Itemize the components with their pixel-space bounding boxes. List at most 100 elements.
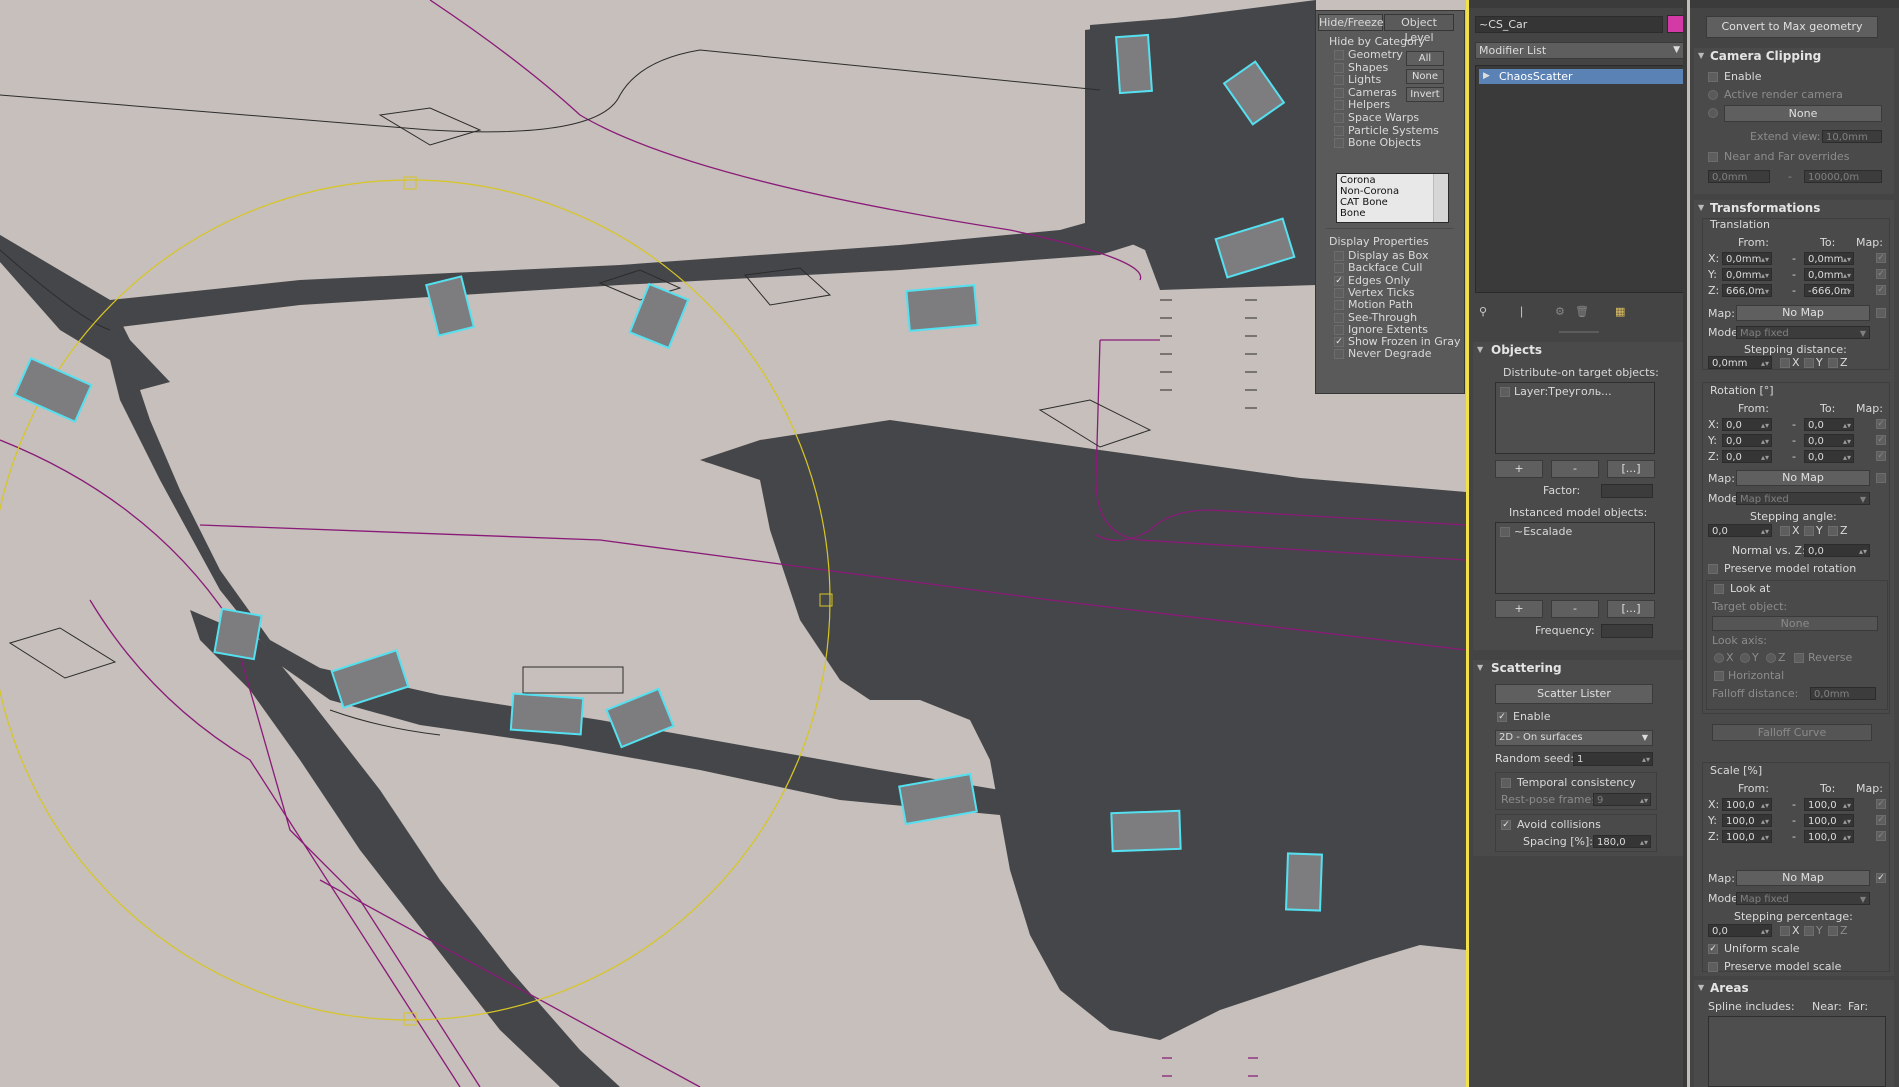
near-far-checkbox[interactable]	[1708, 152, 1718, 162]
rotation-mode-dropdown[interactable]: Map fixed ▼	[1736, 492, 1870, 505]
spacing-field[interactable]: 180,0 ▴▾	[1593, 835, 1651, 848]
spinner-arrows-icon[interactable]: ▴▾	[1761, 419, 1769, 430]
step-z-checkbox[interactable]	[1828, 358, 1838, 368]
translation-map-checkbox[interactable]	[1876, 308, 1886, 318]
spinner-arrows-icon[interactable]: ▴▾	[1761, 285, 1769, 296]
from-value-field[interactable]: 0,0 ▴▾	[1722, 450, 1772, 463]
scale-map-button[interactable]: No Map	[1736, 870, 1870, 886]
to-value-field[interactable]: 0,0 ▴▾	[1804, 434, 1854, 447]
tab-hide-freeze[interactable]: Hide/Freeze	[1318, 14, 1384, 31]
from-value-field[interactable]: 100,0 ▴▾	[1722, 814, 1772, 827]
spinner-arrows-icon[interactable]: ▴▾	[1843, 799, 1851, 810]
display-property-checkbox[interactable]	[1334, 349, 1344, 360]
far-distance-field[interactable]: 10000,0m	[1804, 170, 1882, 183]
scattering-rollout-title[interactable]: Scattering	[1491, 661, 1562, 675]
car-instance[interactable]	[1115, 33, 1153, 95]
scale-map-checkbox[interactable]: ✓	[1876, 873, 1886, 883]
look-axis-x-radio[interactable]	[1714, 653, 1724, 663]
to-value-field[interactable]: 100,0 ▴▾	[1804, 830, 1854, 843]
active-camera-radio[interactable]	[1708, 90, 1718, 100]
to-value-field[interactable]: 100,0 ▴▾	[1804, 814, 1854, 827]
instanced-item-checkbox[interactable]	[1500, 527, 1510, 537]
pin-stack-icon[interactable]: ⚲	[1479, 305, 1487, 318]
car-instance[interactable]	[1110, 809, 1182, 853]
spinner-arrows-icon[interactable]: ▴▾	[1640, 836, 1648, 847]
object-name-field[interactable]: ~CS_Car	[1475, 16, 1663, 33]
axis-map-checkbox[interactable]: ✓	[1876, 799, 1886, 809]
car-instance[interactable]	[213, 607, 263, 661]
stepping-angle-field[interactable]: 0,0 ▴▾	[1708, 524, 1772, 537]
to-value-field[interactable]: -666,0m ▴▾	[1804, 284, 1854, 297]
spinner-arrows-icon[interactable]: ▴▾	[1761, 799, 1769, 810]
temporal-consistency-checkbox[interactable]	[1501, 778, 1511, 788]
target-object-button[interactable]: None	[1712, 616, 1878, 631]
display-property-checkbox[interactable]	[1334, 312, 1344, 323]
splitter-handle[interactable]	[1559, 331, 1599, 333]
spinner-arrows-icon[interactable]: ▴▾	[1843, 419, 1851, 430]
translation-map-button[interactable]: No Map	[1736, 305, 1870, 321]
specific-camera-radio[interactable]	[1708, 108, 1718, 118]
spinner-arrows-icon[interactable]: ▴▾	[1843, 269, 1851, 280]
convert-to-max-geometry-button[interactable]: Convert to Max geometry	[1706, 16, 1878, 38]
spinner-arrows-icon[interactable]: ▴▾	[1761, 831, 1769, 842]
car-instance[interactable]	[509, 692, 585, 736]
car-instance[interactable]	[905, 284, 979, 332]
spinner-arrows-icon[interactable]: ▴▾	[1761, 435, 1769, 446]
collapse-triangle-icon[interactable]: ▼	[1477, 663, 1483, 672]
transformations-title[interactable]: Transformations	[1710, 201, 1820, 215]
axis-map-checkbox[interactable]: ✓	[1876, 435, 1886, 445]
falloff-curve-button[interactable]: Falloff Curve	[1712, 724, 1872, 741]
look-axis-z-radio[interactable]	[1766, 653, 1776, 663]
collapse-triangle-icon[interactable]: ▼	[1698, 51, 1704, 60]
spinner-arrows-icon[interactable]: ▴▾	[1761, 357, 1769, 368]
to-value-field[interactable]: 0,0mm ▴▾	[1804, 268, 1854, 281]
stack-item-selected[interactable]: ▶ ChaosScatter	[1479, 69, 1683, 84]
listbox-scrollbar[interactable]	[1433, 174, 1448, 222]
from-value-field[interactable]: 0,0 ▴▾	[1722, 418, 1772, 431]
tab-object-level[interactable]: Object Level	[1384, 14, 1454, 44]
uniform-scale-checkbox[interactable]: ✓	[1708, 944, 1718, 954]
reverse-checkbox[interactable]	[1794, 653, 1804, 663]
scatter-enable-checkbox[interactable]: ✓	[1497, 712, 1507, 722]
horizontal-checkbox[interactable]	[1714, 671, 1724, 681]
extend-view-field[interactable]: 10,0mm	[1822, 130, 1882, 143]
category-checkbox[interactable]	[1334, 62, 1344, 73]
collapse-triangle-icon[interactable]: ▼	[1698, 983, 1704, 992]
spinner-arrows-icon[interactable]: ▴▾	[1843, 815, 1851, 826]
display-property-checkbox[interactable]: ✓	[1334, 275, 1344, 286]
translation-mode-dropdown[interactable]: Map fixed ▼	[1736, 326, 1870, 339]
spinner-arrows-icon[interactable]: ▴▾	[1761, 269, 1769, 280]
spline-includes-listbox[interactable]	[1708, 1016, 1886, 1087]
collapse-triangle-icon[interactable]: ▼	[1477, 345, 1483, 354]
remove-target-button[interactable]: -	[1551, 460, 1599, 478]
step-x-checkbox[interactable]	[1780, 358, 1790, 368]
category-checkbox[interactable]	[1334, 138, 1344, 149]
remove-modifier-icon[interactable]: 🗑	[1575, 305, 1589, 318]
listbox-item[interactable]: Bone	[1340, 208, 1445, 219]
category-checkbox[interactable]	[1334, 50, 1344, 60]
all-button[interactable]: All	[1406, 51, 1444, 66]
axis-map-checkbox[interactable]: ✓	[1876, 815, 1886, 825]
spinner-arrows-icon[interactable]: ▴▾	[1761, 525, 1769, 536]
spinner-arrows-icon[interactable]: ▴▾	[1761, 925, 1769, 936]
listbox-item[interactable]: Non-Corona	[1340, 186, 1445, 197]
random-seed-field[interactable]: 1 ▴▾	[1573, 752, 1653, 766]
axis-map-checkbox[interactable]: ✓	[1876, 285, 1886, 295]
distribute-item-label[interactable]: Layer:Треуголь...	[1514, 385, 1612, 398]
to-value-field[interactable]: 0,0 ▴▾	[1804, 450, 1854, 463]
modifier-stack[interactable]: ▶ ChaosScatter	[1475, 65, 1685, 293]
category-checkbox[interactable]	[1334, 75, 1344, 86]
remove-model-button[interactable]: -	[1551, 600, 1599, 618]
areas-title[interactable]: Areas	[1710, 981, 1749, 995]
angle-z-checkbox[interactable]	[1828, 526, 1838, 536]
spinner-arrows-icon[interactable]: ▴▾	[1843, 253, 1851, 264]
display-property-checkbox[interactable]	[1334, 287, 1344, 298]
avoid-collisions-checkbox[interactable]: ✓	[1501, 820, 1511, 830]
car-instance[interactable]	[13, 356, 93, 424]
stepping-distance-field[interactable]: 0,0mm ▴▾	[1708, 356, 1772, 369]
from-value-field[interactable]: 666,0m ▴▾	[1722, 284, 1772, 297]
scale-mode-dropdown[interactable]: Map fixed ▼	[1736, 892, 1870, 905]
category-checkbox[interactable]	[1334, 125, 1344, 136]
from-value-field[interactable]: 0,0mm ▴▾	[1722, 252, 1772, 265]
axis-map-checkbox[interactable]: ✓	[1876, 831, 1886, 841]
